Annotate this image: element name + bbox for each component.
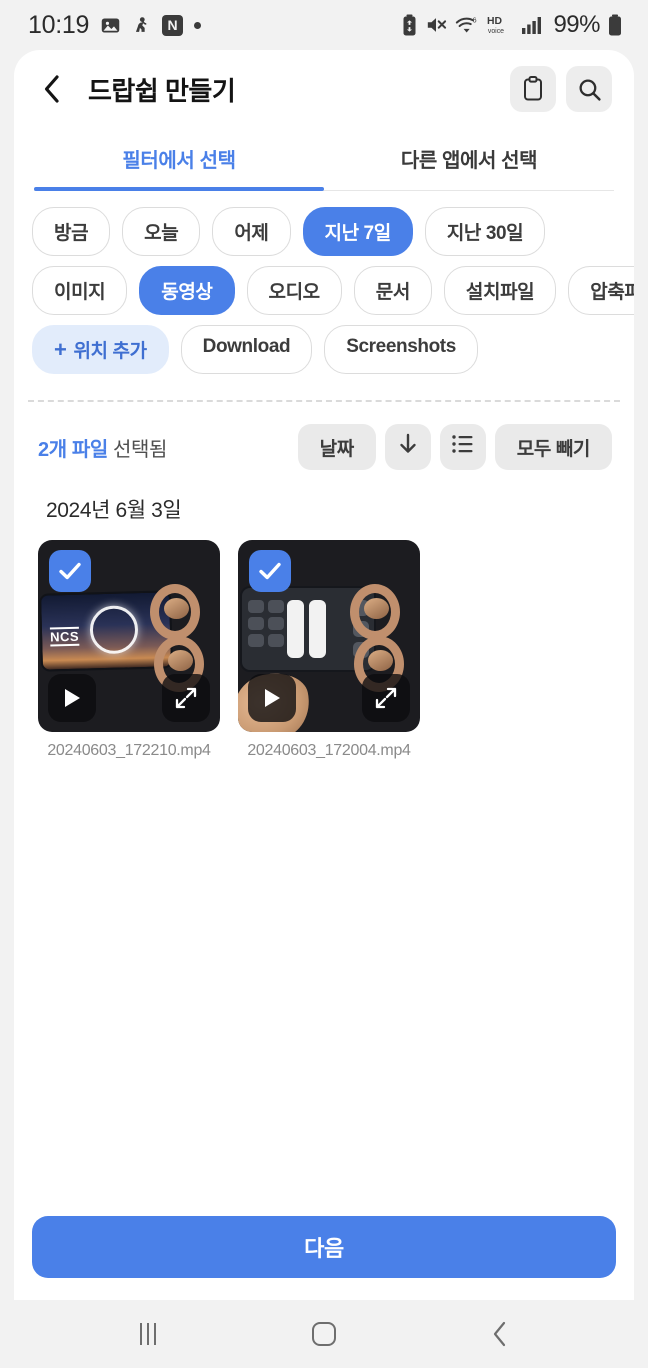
gallery-icon bbox=[100, 15, 121, 36]
status-time: 10:19 bbox=[28, 10, 90, 39]
selection-summary: 2개 파일 선택됨 bbox=[38, 433, 167, 462]
play-icon[interactable] bbox=[48, 674, 96, 722]
naver-badge-icon: N bbox=[162, 14, 184, 36]
chip-last-7-days[interactable]: 지난 7일 bbox=[302, 207, 413, 256]
filter-row-time: 방금 오늘 어제 지난 7일 지난 30일 bbox=[14, 207, 634, 256]
chip-today[interactable]: 오늘 bbox=[122, 207, 201, 256]
figure-icon bbox=[132, 15, 151, 36]
date-group-header: 2024년 6월 3일 bbox=[46, 499, 182, 522]
status-bar: 10:19 N 6 HD voice 99% bbox=[0, 0, 648, 50]
expand-icon[interactable] bbox=[362, 674, 410, 722]
glow-ring-shape bbox=[89, 604, 139, 654]
svg-text:voice: voice bbox=[488, 28, 504, 35]
file-list[interactable]: 2024년 6월 3일 NCS 20240603_172210.mp4 2024… bbox=[14, 484, 634, 1198]
chip-video[interactable]: 동영상 bbox=[139, 266, 235, 315]
control-sliders-graphic bbox=[287, 600, 326, 658]
chip-archive-file[interactable]: 압축파일 bbox=[568, 266, 634, 315]
thumbnail-grid: NCS 20240603_172210.mp4 20240603_172004.… bbox=[38, 540, 610, 760]
tab-select-from-filter[interactable]: 필터에서 선택 bbox=[34, 128, 324, 191]
recents-icon[interactable] bbox=[113, 1309, 183, 1359]
ncs-watermark: NCS bbox=[49, 626, 80, 647]
chip-document[interactable]: 문서 bbox=[353, 266, 432, 315]
chip-last-30-days[interactable]: 지난 30일 bbox=[424, 207, 546, 256]
next-button[interactable]: 다음 bbox=[32, 1216, 616, 1278]
system-nav-bar bbox=[0, 1300, 648, 1368]
sort-by-date-button[interactable]: 날짜 bbox=[297, 424, 376, 470]
chip-install-file[interactable]: 설치파일 bbox=[443, 266, 557, 315]
dot-indicator bbox=[194, 21, 202, 29]
battery-saver-icon bbox=[402, 14, 417, 36]
status-bar-left: 10:19 N bbox=[28, 10, 202, 40]
selected-file-count: 2개 파일 bbox=[38, 438, 108, 461]
mute-icon bbox=[425, 15, 447, 35]
wifi6-icon: 6 bbox=[455, 15, 479, 36]
chip-audio[interactable]: 오디오 bbox=[246, 266, 342, 315]
file-thumbnail[interactable] bbox=[238, 540, 420, 732]
home-icon[interactable] bbox=[289, 1309, 359, 1359]
filter-row-type: 이미지 동영상 오디오 문서 설치파일 압축파일 bbox=[14, 266, 634, 315]
svg-text:6: 6 bbox=[473, 15, 477, 24]
svg-text:HD: HD bbox=[487, 16, 503, 27]
file-item: 20240603_172004.mp4 bbox=[238, 540, 420, 760]
file-item: NCS 20240603_172210.mp4 bbox=[38, 540, 220, 760]
chip-add-location-label: 위치 추가 bbox=[73, 341, 147, 362]
search-icon[interactable] bbox=[566, 66, 612, 112]
chip-download[interactable]: Download bbox=[180, 325, 313, 374]
app-header: 드랍쉽 만들기 bbox=[14, 50, 634, 128]
selection-bar: 2개 파일 선택됨 날짜 모두 빼기 bbox=[14, 402, 634, 484]
chip-just-now[interactable]: 방금 bbox=[32, 207, 111, 256]
nav-back-icon[interactable] bbox=[465, 1309, 535, 1359]
hd-voice-icon: HD voice bbox=[487, 14, 513, 36]
view-mode-button[interactable] bbox=[439, 424, 486, 470]
chevron-left-icon[interactable] bbox=[42, 74, 72, 104]
selection-actions: 날짜 모두 빼기 bbox=[297, 424, 612, 470]
filter-chip-area: 방금 오늘 어제 지난 7일 지난 30일 이미지 동영상 오디오 문서 설치파… bbox=[14, 191, 634, 394]
file-thumbnail[interactable]: NCS bbox=[38, 540, 220, 732]
control-tiles-graphic bbox=[248, 600, 284, 647]
file-name: 20240603_172210.mp4 bbox=[47, 742, 211, 759]
deselect-all-button[interactable]: 모두 빼기 bbox=[494, 424, 612, 470]
clipboard-icon[interactable] bbox=[510, 66, 556, 112]
cta-container: 다음 bbox=[14, 1198, 634, 1300]
chip-yesterday[interactable]: 어제 bbox=[212, 207, 291, 256]
chip-screenshots[interactable]: Screenshots bbox=[324, 325, 478, 374]
play-icon[interactable] bbox=[248, 674, 296, 722]
header-actions bbox=[510, 66, 612, 112]
signal-bars-icon bbox=[521, 15, 543, 35]
battery-icon bbox=[608, 14, 622, 36]
tab-select-from-other-app[interactable]: 다른 앱에서 선택 bbox=[324, 128, 614, 190]
plus-icon: + bbox=[54, 336, 67, 362]
list-view-icon bbox=[451, 433, 475, 461]
tab-bar: 필터에서 선택 다른 앱에서 선택 bbox=[34, 128, 614, 191]
file-checkbox[interactable] bbox=[249, 550, 291, 592]
file-name: 20240603_172004.mp4 bbox=[247, 742, 411, 759]
app-card: 드랍쉽 만들기 필터에서 선택 다른 앱에서 선택 방금 오늘 어제 지난 7일… bbox=[14, 50, 634, 1300]
sort-direction-button[interactable] bbox=[384, 424, 431, 470]
file-checkbox[interactable] bbox=[49, 550, 91, 592]
filter-row-location: + 위치 추가 Download Screenshots bbox=[14, 325, 634, 374]
status-bar-right: 6 HD voice 99% bbox=[402, 11, 622, 39]
arrow-down-icon bbox=[397, 432, 419, 462]
chip-add-location[interactable]: + 위치 추가 bbox=[32, 325, 169, 374]
chip-image[interactable]: 이미지 bbox=[32, 266, 128, 315]
battery-percent: 99% bbox=[553, 11, 600, 38]
expand-icon[interactable] bbox=[162, 674, 210, 722]
selection-suffix: 선택됨 bbox=[107, 438, 168, 461]
page-title: 드랍쉽 만들기 bbox=[88, 75, 236, 106]
